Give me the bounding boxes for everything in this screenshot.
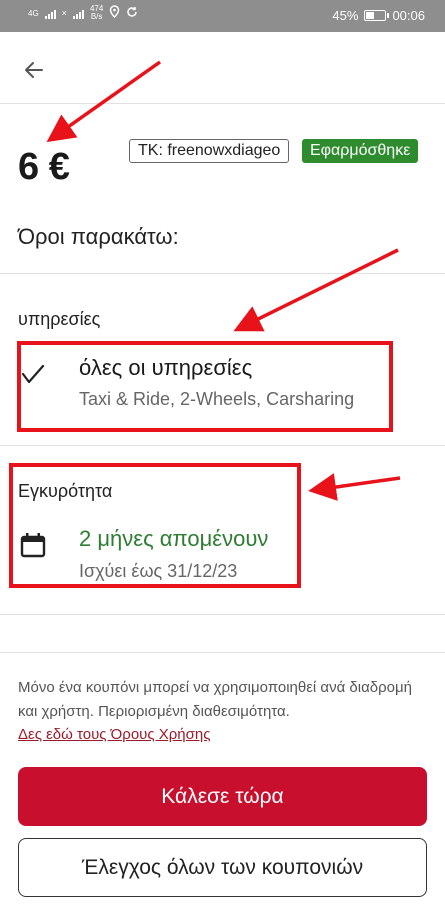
battery-percent: 45% <box>332 8 359 23</box>
status-left: 4G × 474 B/s <box>28 5 138 21</box>
location-icon <box>109 5 120 21</box>
section-divider-1 <box>0 273 445 274</box>
voucher-amount: 6 € <box>18 146 70 188</box>
annotation-arrow-services <box>233 248 399 332</box>
section-divider-4 <box>0 652 445 653</box>
voucher-code-chip: TK: freenowxdiageo <box>129 139 290 163</box>
services-highlight-box <box>17 341 393 432</box>
header-divider <box>0 103 445 104</box>
speed-unit: B/s <box>90 12 103 21</box>
call-now-button[interactable]: Κάλεσε τώρα <box>18 767 427 826</box>
signal-icon <box>44 7 56 19</box>
clock: 00:06 <box>392 8 425 23</box>
arrow-left-icon <box>25 62 43 78</box>
validity-highlight-box <box>9 463 301 588</box>
status-bar: 4G × 474 B/s 45% 00:06 <box>0 0 445 32</box>
terms-of-use-link[interactable]: Δες εδώ τους Όρους Χρήσης <box>18 726 210 743</box>
annotation-arrow-amount <box>46 60 162 143</box>
check-all-coupons-button[interactable]: Έλεγχος όλων των κουπονιών <box>18 838 427 897</box>
services-section-label: υπηρεσίες <box>18 309 101 329</box>
fineprint-text: Μόνο ένα κουπόνι μπορεί να χρησιμοποιηθε… <box>18 679 412 720</box>
battery-icon <box>364 10 390 21</box>
network-label: 4G <box>28 8 39 18</box>
status-right: 45% 00:06 <box>332 8 425 23</box>
applied-status-badge: Εφαρμόσθηκε <box>302 139 419 163</box>
section-divider-2 <box>0 445 445 446</box>
signal-x-icon: × <box>61 8 67 18</box>
annotation-arrow-validity <box>308 473 401 501</box>
sync-icon <box>126 6 138 21</box>
terms-heading: Όροι παρακάτω: <box>18 224 179 249</box>
back-button[interactable] <box>16 52 52 88</box>
battery-fill <box>366 12 375 19</box>
signal-2-icon <box>72 7 84 19</box>
network-speed: 474 B/s <box>90 5 103 21</box>
section-divider-3 <box>0 614 445 615</box>
